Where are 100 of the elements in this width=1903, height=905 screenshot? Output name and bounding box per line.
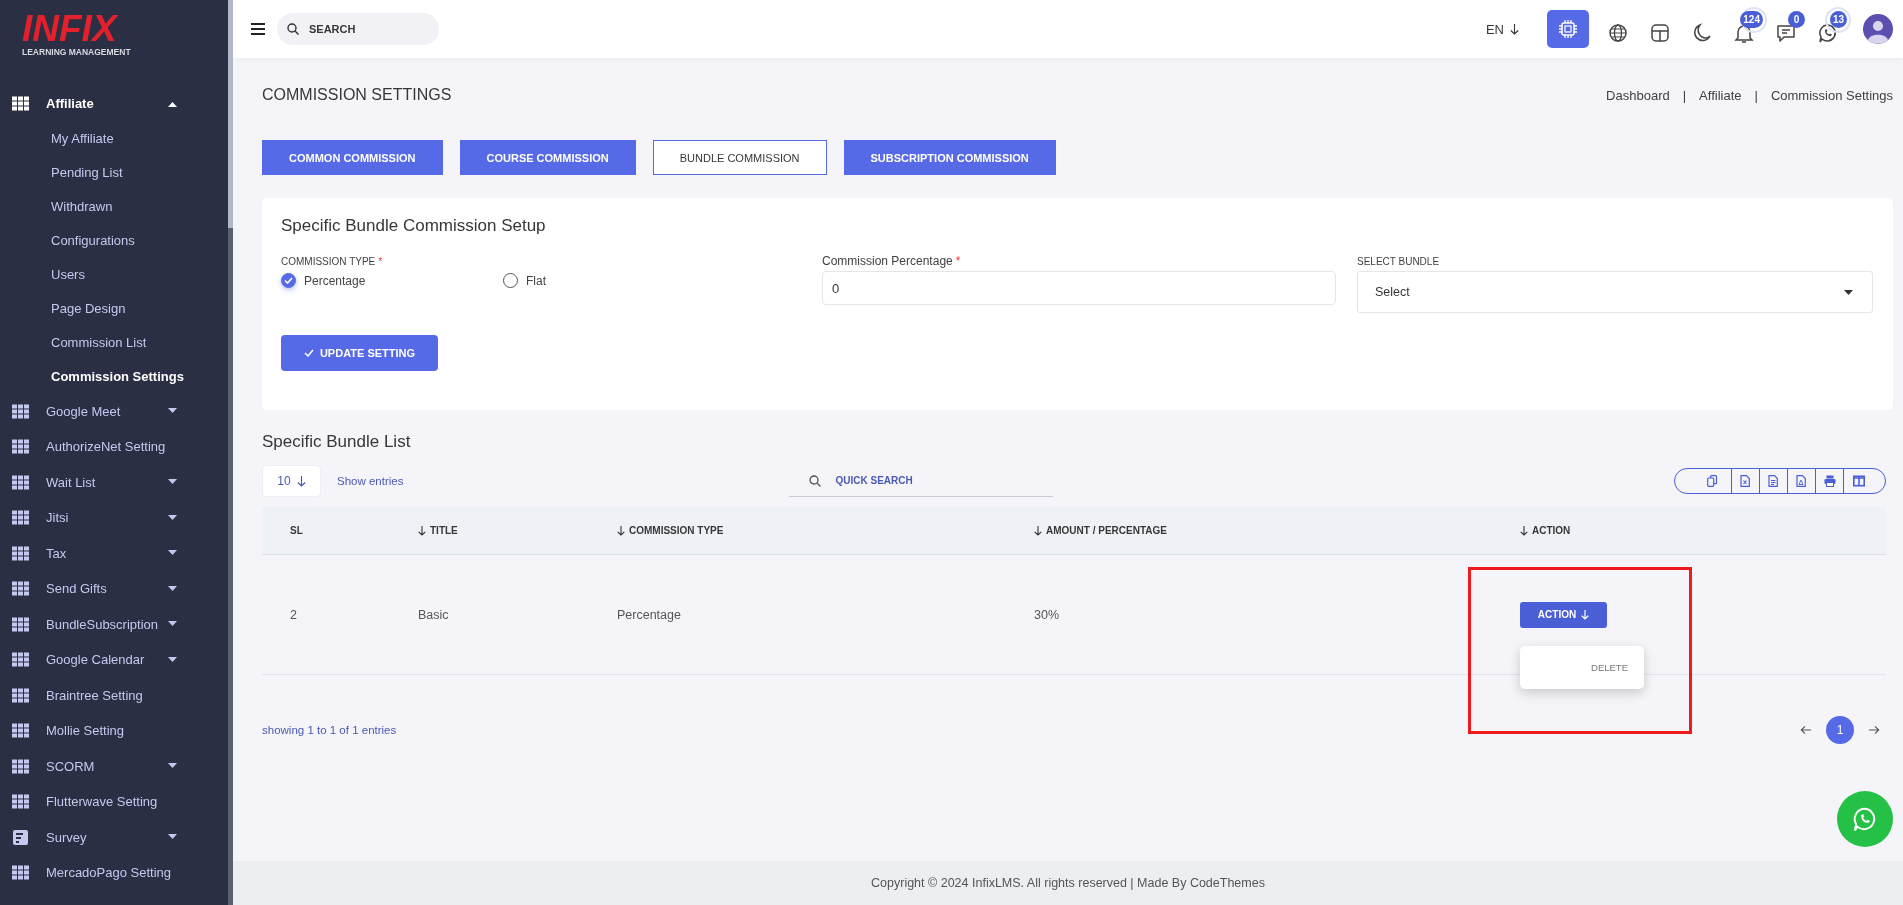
- tab[interactable]: COURSE COMMISSION: [459, 140, 636, 175]
- arrow-down-icon: [1510, 23, 1519, 35]
- logo-title: INFIX: [22, 12, 117, 46]
- column-header[interactable]: SL: [290, 525, 303, 536]
- toolbar-button[interactable]: 0: [1769, 7, 1809, 51]
- page-size-select[interactable]: 10: [262, 465, 321, 497]
- menu-icon[interactable]: [251, 23, 265, 35]
- copy-icon: [1707, 475, 1719, 487]
- sidebar-subitem[interactable]: Commission Settings: [51, 369, 184, 384]
- grid-icon: [12, 687, 29, 703]
- breadcrumb-link[interactable]: Dashboard: [1606, 87, 1670, 103]
- grid-icon: [12, 652, 29, 668]
- layout-icon: [1649, 22, 1671, 44]
- sidebar-item[interactable]: MercadoPago Setting: [0, 855, 227, 891]
- grid-icon: [12, 865, 29, 881]
- grid-icon: [12, 581, 29, 597]
- radio-label: Percentage: [304, 273, 366, 288]
- column-header[interactable]: TITLE: [430, 525, 458, 536]
- field-label: SELECT BUNDLE: [1357, 255, 1440, 267]
- sidebar-item[interactable]: Google Meet: [0, 393, 227, 429]
- sidebar-subitem[interactable]: Page Design: [51, 301, 126, 316]
- grid-icon: [12, 545, 29, 561]
- toolbar-button[interactable]: [1547, 10, 1589, 48]
- chip-icon: [1557, 18, 1579, 40]
- count-badge: 0: [1788, 11, 1805, 28]
- pdf-file-icon: [1795, 475, 1808, 487]
- grid-icon: [12, 96, 29, 112]
- section-title: Specific Bundle List: [262, 432, 412, 452]
- check-icon: [303, 349, 314, 357]
- search-icon: [287, 23, 299, 35]
- sidebar-item[interactable]: Flutterwave Setting: [0, 784, 227, 820]
- menu-item[interactable]: DELETE: [1591, 661, 1628, 673]
- required-mark: *: [955, 254, 961, 268]
- field-label: COMMISSION TYPE: [281, 255, 376, 267]
- tab[interactable]: COMMON COMMISSION: [262, 140, 443, 175]
- sidebar-item[interactable]: Tax: [0, 535, 227, 571]
- page-button[interactable]: 1: [1826, 716, 1854, 744]
- print-icon: [1823, 475, 1836, 487]
- quick-search-bar[interactable]: QUICK SEARCH: [789, 465, 1054, 497]
- search-input[interactable]: SEARCH: [307, 22, 417, 36]
- update-button[interactable]: UPDATE SETTING: [281, 335, 438, 371]
- document-icon: [12, 829, 29, 845]
- breadcrumb-link[interactable]: Commission Settings: [1770, 87, 1893, 103]
- sidebar-subitem[interactable]: Configurations: [51, 233, 135, 248]
- avatar-icon[interactable]: [1863, 14, 1893, 44]
- sidebar-subitem[interactable]: My Affiliate: [51, 131, 114, 146]
- sidebar-item[interactable]: Google Calendar: [0, 642, 227, 678]
- arrow-down-icon: [296, 475, 306, 487]
- language-selector[interactable]: EN: [1485, 21, 1519, 37]
- grid-icon: [12, 403, 29, 419]
- sidebar-item[interactable]: Braintree Setting: [0, 677, 227, 713]
- sidebar-item[interactable]: Mollie Setting: [0, 713, 227, 749]
- arrow-down-icon: [1581, 609, 1590, 620]
- sidebar-item[interactable]: Survey: [0, 819, 227, 855]
- grid-icon: [12, 723, 29, 739]
- sidebar-item[interactable]: Jitsi: [0, 500, 227, 536]
- select-field[interactable]: Select: [1357, 271, 1873, 313]
- column-header[interactable]: AMOUNT / PERCENTAGE: [1046, 525, 1167, 536]
- input-field[interactable]: 0: [822, 271, 1336, 305]
- spreadsheet-file-icon: [1739, 475, 1752, 487]
- required-mark: *: [378, 255, 383, 267]
- grid-icon: [12, 474, 29, 490]
- radio-button[interactable]: [281, 273, 296, 288]
- chat-icon: [1775, 22, 1797, 44]
- sidebar-item[interactable]: AuthorizeNet Setting: [0, 429, 227, 465]
- column-header[interactable]: COMMISSION TYPE: [629, 525, 724, 536]
- moon-icon: [1691, 22, 1713, 44]
- sidebar-subitem[interactable]: Withdrawn: [51, 199, 113, 214]
- sidebar-item[interactable]: Affiliate: [0, 86, 227, 122]
- toolbar-button[interactable]: 124: [1727, 7, 1767, 51]
- text-file-icon: [1767, 475, 1780, 487]
- grid-icon: [12, 510, 29, 526]
- count-badge: 124: [1740, 11, 1763, 28]
- globe-icon: [1607, 22, 1629, 44]
- table-cell-text: Percentage: [617, 607, 682, 622]
- sidebar-item[interactable]: BundleSubscription: [0, 606, 227, 642]
- field-label: Commission Percentage: [822, 254, 953, 268]
- grid-icon: [12, 616, 29, 632]
- sidebar-subitem[interactable]: Pending List: [51, 165, 123, 180]
- scrollbar[interactable]: [228, 0, 233, 905]
- tab[interactable]: SUBSCRIPTION COMMISSION: [843, 140, 1056, 175]
- breadcrumb-link[interactable]: Affiliate: [1699, 87, 1742, 103]
- caret-icon: [1844, 289, 1853, 295]
- sidebar-item[interactable]: Wait List: [0, 464, 227, 500]
- column-header[interactable]: ACTION: [1532, 525, 1571, 536]
- search-bar[interactable]: SEARCH: [277, 13, 439, 45]
- grid-icon: [12, 439, 29, 455]
- sidebar-item[interactable]: SCORM: [0, 748, 227, 784]
- arrow-left-icon: [1800, 724, 1812, 736]
- quick-search-field[interactable]: QUICK SEARCH: [833, 474, 1034, 487]
- arrow-right-icon: [1868, 724, 1880, 736]
- action-button[interactable]: ACTION: [1520, 601, 1607, 628]
- sidebar-subitem[interactable]: Users: [51, 267, 85, 282]
- toolbar-button[interactable]: 13: [1811, 7, 1851, 51]
- sidebar-item[interactable]: Send Gifts: [0, 571, 227, 607]
- logo-subtitle: LEARNING MANAGEMENT: [22, 47, 131, 57]
- count-badge: 13: [1829, 11, 1847, 28]
- tab[interactable]: BUNDLE COMMISSION: [652, 140, 827, 175]
- sidebar-subitem[interactable]: Commission List: [51, 335, 147, 350]
- breadcrumb-separator: |: [1682, 87, 1687, 103]
